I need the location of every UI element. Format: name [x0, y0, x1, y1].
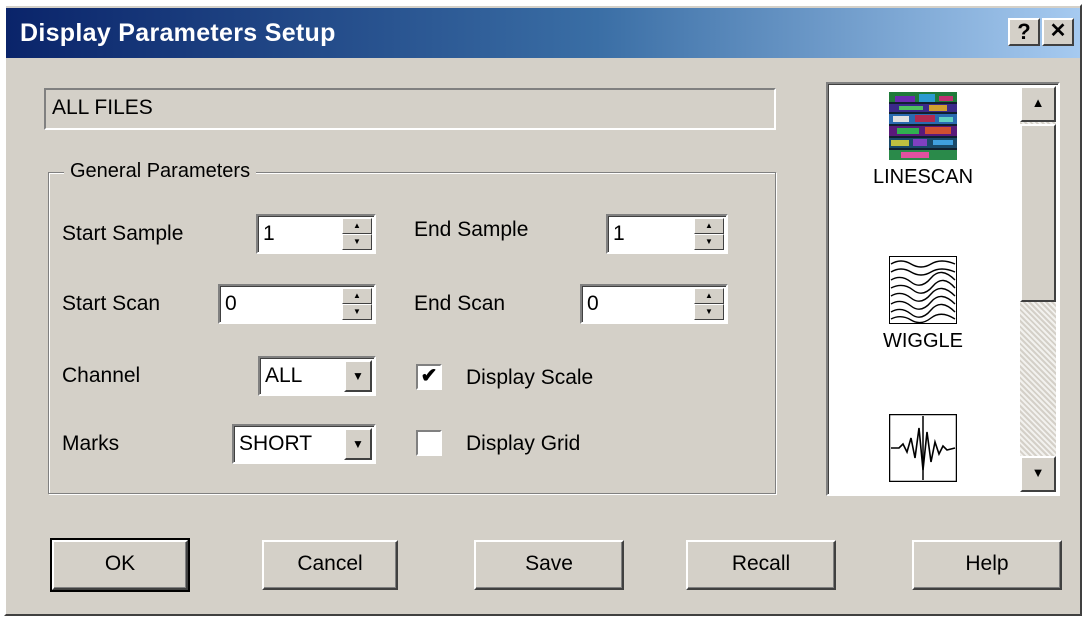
linescan-label: LINESCAN	[872, 166, 974, 188]
start-scan-spinner[interactable]: ▲ ▼	[342, 288, 372, 320]
display-type-list[interactable]: LINESCAN WIGGLE ▲ ▼	[826, 82, 1060, 496]
start-sample-label: Start Sample	[62, 222, 184, 245]
ok-button[interactable]: OK	[50, 538, 190, 592]
marks-value: SHORT	[239, 432, 313, 455]
scrollbar-thumb[interactable]	[1020, 124, 1056, 302]
help-icon: ?	[1017, 19, 1031, 44]
help-button[interactable]: Help	[912, 540, 1062, 590]
channel-value: ALL	[265, 364, 303, 387]
end-sample-spinbox[interactable]: 1 ▲ ▼	[606, 214, 728, 254]
end-sample-value: 1	[613, 222, 625, 245]
start-sample-value: 1	[263, 222, 275, 245]
recall-button[interactable]: Recall	[686, 540, 836, 590]
list-item-linescan[interactable]: LINESCAN	[828, 92, 1018, 189]
marks-dropdown[interactable]: SHORT ▼	[232, 424, 376, 464]
cancel-button[interactable]: Cancel	[262, 540, 398, 590]
marks-label: Marks	[62, 432, 120, 455]
channel-dropdown[interactable]: ALL ▼	[258, 356, 376, 396]
start-scan-value: 0	[225, 292, 237, 315]
end-scan-spinbox[interactable]: 0 ▲ ▼	[580, 284, 728, 324]
save-button[interactable]: Save	[474, 540, 624, 590]
start-scan-spinbox[interactable]: 0 ▲ ▼	[218, 284, 376, 324]
spin-down-icon[interactable]: ▼	[694, 304, 724, 320]
end-sample-label: End Sample	[414, 218, 529, 241]
wiggle-icon	[889, 256, 957, 324]
spin-up-icon[interactable]: ▲	[694, 218, 724, 234]
wiggle-label: WIGGLE	[882, 330, 963, 352]
close-icon: ✕	[1049, 20, 1067, 42]
display-grid-label: Display Grid	[466, 432, 581, 455]
list-scrollbar[interactable]: ▲ ▼	[1020, 86, 1056, 492]
display-scale-checkbox[interactable]: ✔	[416, 364, 442, 390]
display-scale-label: Display Scale	[466, 366, 594, 389]
spin-down-icon[interactable]: ▼	[694, 234, 724, 250]
list-item-waveform[interactable]	[828, 414, 1018, 482]
spin-up-icon[interactable]: ▲	[342, 218, 372, 234]
waveform-icon	[889, 414, 957, 482]
help-title-button[interactable]: ?	[1008, 18, 1040, 46]
display-grid-checkbox[interactable]	[416, 430, 442, 456]
list-item-wiggle[interactable]: WIGGLE	[828, 256, 1018, 353]
end-scan-value: 0	[587, 292, 599, 315]
dropdown-arrow-icon[interactable]: ▼	[344, 428, 372, 460]
scroll-up-icon[interactable]: ▲	[1020, 86, 1056, 122]
start-sample-spinner[interactable]: ▲ ▼	[342, 218, 372, 250]
general-parameters-legend: General Parameters	[64, 160, 257, 183]
file-scope-field: ALL FILES	[44, 88, 776, 130]
checkmark-icon: ✔	[420, 365, 438, 387]
end-sample-spinner[interactable]: ▲ ▼	[694, 218, 724, 250]
title-bar: Display Parameters Setup ? ✕	[6, 8, 1080, 58]
spin-up-icon[interactable]: ▲	[342, 288, 372, 304]
scroll-down-icon[interactable]: ▼	[1020, 456, 1056, 492]
window-title: Display Parameters Setup	[20, 19, 336, 47]
spin-down-icon[interactable]: ▼	[342, 234, 372, 250]
spin-down-icon[interactable]: ▼	[342, 304, 372, 320]
dropdown-arrow-icon[interactable]: ▼	[344, 360, 372, 392]
end-scan-label: End Scan	[414, 292, 506, 315]
spin-up-icon[interactable]: ▲	[694, 288, 724, 304]
close-button[interactable]: ✕	[1042, 18, 1074, 46]
start-scan-label: Start Scan	[62, 292, 161, 315]
channel-label: Channel	[62, 364, 141, 387]
start-sample-spinbox[interactable]: 1 ▲ ▼	[256, 214, 376, 254]
linescan-icon	[889, 92, 957, 160]
end-scan-spinner[interactable]: ▲ ▼	[694, 288, 724, 320]
